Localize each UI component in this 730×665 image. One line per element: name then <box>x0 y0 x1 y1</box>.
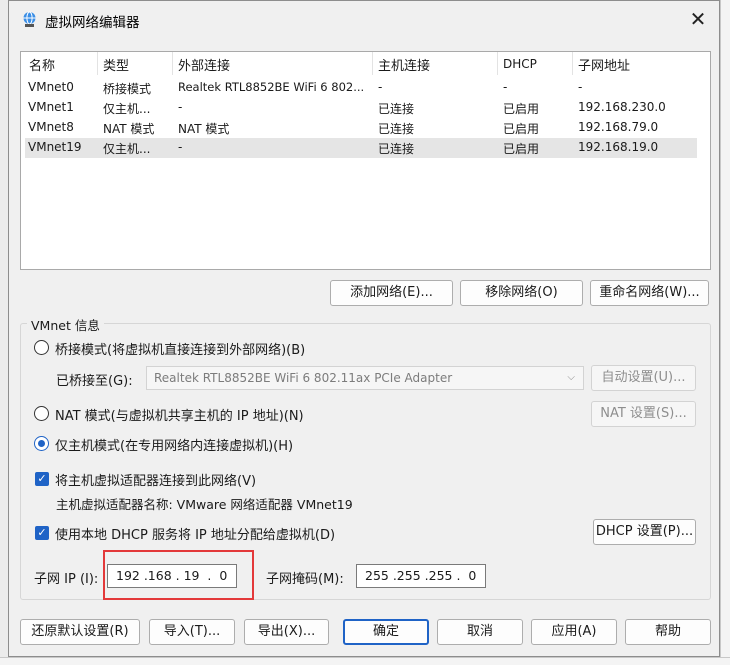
title-bar: 虚拟网络编辑器 ✕ <box>9 1 719 39</box>
dhcp-checkbox[interactable]: ✓ <box>35 526 49 540</box>
table-row-selected[interactable]: VMnet19 仅主机... - 已连接 已启用 192.168.19.0 <box>25 138 697 158</box>
bridged-label[interactable]: 桥接模式(将虚拟机直接连接到外部网络)(B) <box>55 339 305 358</box>
cell-host: 已连接 <box>378 122 415 136</box>
cell-subnet: - <box>578 80 583 94</box>
column-header-type[interactable]: 类型 <box>103 55 129 74</box>
cell-external: Realtek RTL8852BE WiFi 6 802... <box>178 80 365 94</box>
restore-defaults-button[interactable]: 还原默认设置(R) <box>20 619 140 645</box>
table-row[interactable]: VMnet1 仅主机... - 已连接 已启用 192.168.230.0 <box>25 98 697 118</box>
cancel-button[interactable]: 取消 <box>437 619 523 645</box>
cell-external: - <box>178 140 183 154</box>
cell-name: VMnet8 <box>28 120 74 134</box>
cell-host: 已连接 <box>378 142 415 156</box>
window-title: 虚拟网络编辑器 <box>45 15 140 31</box>
dhcp-settings-button[interactable]: DHCP 设置(P)... <box>593 519 696 545</box>
table-header: 名称 类型 外部连接 主机连接 DHCP 子网地址 <box>21 52 710 76</box>
chevron-down-icon: ⌵ <box>567 372 575 383</box>
cell-external: - <box>178 100 183 114</box>
cell-name: VMnet19 <box>28 140 82 154</box>
apply-button[interactable]: 应用(A) <box>531 619 617 645</box>
cell-subnet: 192.168.19.0 <box>578 140 659 154</box>
subnet-ip-label: 子网 IP (I): <box>34 572 99 587</box>
cell-type: 仅主机... <box>103 102 151 116</box>
bridged-radio[interactable] <box>34 340 49 355</box>
nat-label[interactable]: NAT 模式(与虚拟机共享主机的 IP 地址)(N) <box>55 405 304 424</box>
column-header-dhcp[interactable]: DHCP <box>503 57 537 71</box>
column-header-name[interactable]: 名称 <box>29 55 55 74</box>
network-globe-icon <box>23 11 36 27</box>
import-button[interactable]: 导入(T)... <box>149 619 235 645</box>
auto-settings-button[interactable]: 自动设置(U)... <box>591 365 696 391</box>
help-button[interactable]: 帮助 <box>625 619 711 645</box>
cell-dhcp: 已启用 <box>503 122 540 136</box>
bridged-to-value: Realtek RTL8852BE WiFi 6 802.11ax PCIe A… <box>154 371 453 385</box>
cell-type: NAT 模式 <box>103 122 155 136</box>
hostonly-label[interactable]: 仅主机模式(在专用网络内连接虚拟机)(H) <box>55 435 293 454</box>
nat-settings-button[interactable]: NAT 设置(S)... <box>591 401 696 427</box>
subnet-ip-highlight-box <box>103 550 254 600</box>
column-header-subnet[interactable]: 子网地址 <box>578 55 630 74</box>
vmnet-info-title: VMnet 信息 <box>27 315 104 334</box>
virtual-network-editor-dialog: 虚拟网络编辑器 ✕ 名称 类型 外部连接 主机连接 DHCP 子网地址 VMne… <box>8 0 720 657</box>
subnet-mask-field[interactable]: 255 .255 .255 . 0 <box>356 564 486 588</box>
bridged-to-select[interactable]: Realtek RTL8852BE WiFi 6 802.11ax PCIe A… <box>146 366 584 390</box>
subnet-mask-label: 子网掩码(M): <box>266 572 344 587</box>
cell-type: 桥接模式 <box>103 82 152 96</box>
table-row[interactable]: VMnet0 桥接模式 Realtek RTL8852BE WiFi 6 802… <box>25 78 697 98</box>
network-table[interactable]: 名称 类型 外部连接 主机连接 DHCP 子网地址 VMnet0 桥接模式 Re… <box>20 51 711 270</box>
export-button[interactable]: 导出(X)... <box>244 619 329 645</box>
add-network-button[interactable]: 添加网络(E)... <box>330 280 453 306</box>
background-window-edge <box>720 0 730 665</box>
adapter-name-label: 主机虚拟适配器名称: VMware 网络适配器 VMnet19 <box>56 497 353 512</box>
cell-external: NAT 模式 <box>178 122 230 136</box>
hostonly-radio[interactable] <box>34 436 49 451</box>
cell-name: VMnet0 <box>28 80 74 94</box>
cell-host: - <box>378 80 383 94</box>
cell-type: 仅主机... <box>103 142 151 156</box>
connect-adapter-checkbox[interactable]: ✓ <box>35 472 49 486</box>
bridged-to-label: 已桥接至(G): <box>56 374 133 389</box>
column-header-external[interactable]: 外部连接 <box>178 55 230 74</box>
rename-network-button[interactable]: 重命名网络(W)... <box>590 280 709 306</box>
column-header-host[interactable]: 主机连接 <box>378 55 430 74</box>
cell-dhcp: - <box>503 80 508 94</box>
nat-radio[interactable] <box>34 406 49 421</box>
cell-dhcp: 已启用 <box>503 142 540 156</box>
background-window-bottom <box>0 657 730 665</box>
cell-name: VMnet1 <box>28 100 74 114</box>
cell-host: 已连接 <box>378 102 415 116</box>
cell-subnet: 192.168.79.0 <box>578 120 659 134</box>
table-row[interactable]: VMnet8 NAT 模式 NAT 模式 已连接 已启用 192.168.79.… <box>25 118 697 138</box>
ok-button[interactable]: 确定 <box>343 619 429 645</box>
remove-network-button[interactable]: 移除网络(O) <box>460 280 583 306</box>
cell-dhcp: 已启用 <box>503 102 540 116</box>
cell-subnet: 192.168.230.0 <box>578 100 666 114</box>
dhcp-label[interactable]: 使用本地 DHCP 服务将 IP 地址分配给虚拟机(D) <box>55 524 335 543</box>
close-button[interactable]: ✕ <box>687 9 709 31</box>
connect-adapter-label[interactable]: 将主机虚拟适配器连接到此网络(V) <box>55 470 256 489</box>
